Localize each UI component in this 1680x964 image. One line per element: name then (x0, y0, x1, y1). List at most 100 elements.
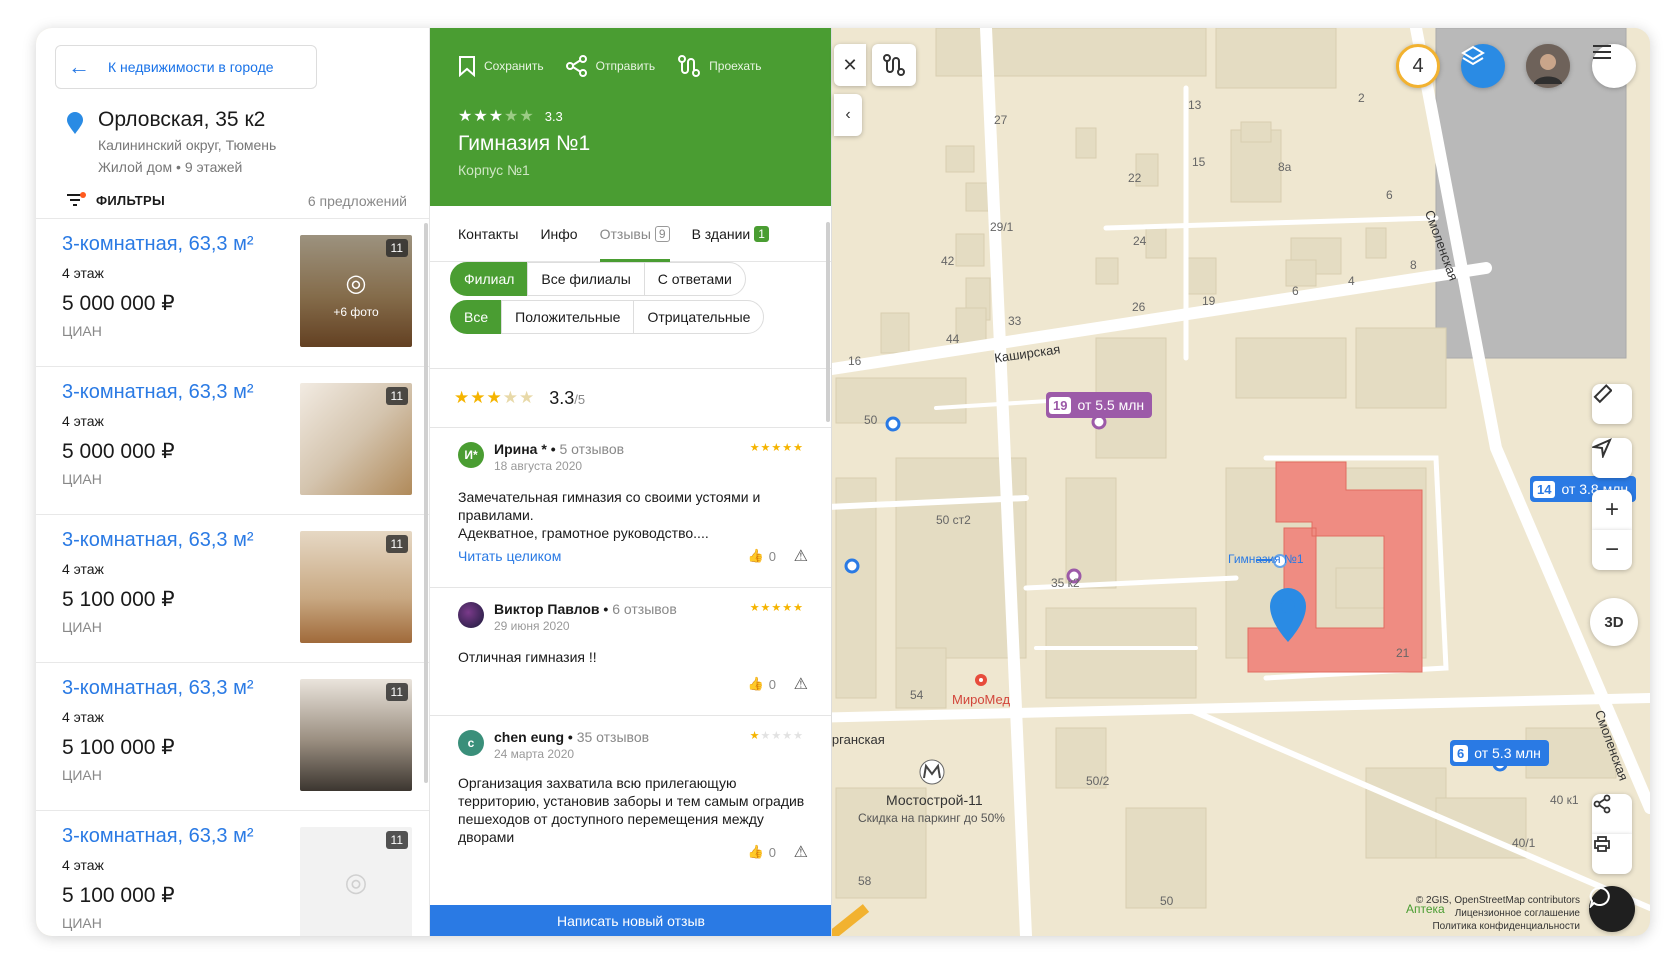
chip-negative[interactable]: Отрицательные (633, 300, 765, 334)
filters-button[interactable]: ФИЛЬТРЫ (66, 192, 165, 208)
listing-card[interactable]: 3-комнатная, 63,3 м² 4 этаж 5 100 000 ₽ … (36, 810, 429, 936)
print-button[interactable] (1592, 834, 1632, 874)
listing-source: ЦИАН (62, 471, 102, 487)
route-button[interactable]: Проехать (677, 54, 762, 78)
review-date: 29 июня 2020 (494, 619, 570, 633)
in-building-count-badge: 1 (754, 225, 769, 242)
map-house-number: 26 (1132, 300, 1146, 314)
listing-source: ЦИАН (62, 915, 102, 931)
location-pin-icon (67, 112, 83, 134)
card-scrollbar[interactable] (826, 222, 830, 422)
layers-button[interactable] (1461, 44, 1505, 88)
collapse-panel-button[interactable]: ‹ (834, 94, 862, 136)
map-house-number: 29/1 (990, 220, 1014, 234)
share-button[interactable]: Отправить (565, 55, 655, 77)
listing-photo[interactable]: 11 (300, 531, 412, 643)
chip-all[interactable]: Все (450, 300, 503, 334)
chip-with-answers[interactable]: С ответами (643, 262, 746, 296)
back-to-city-button[interactable]: ← К недвижимости в городе (55, 45, 317, 89)
listing-floor: 4 этаж (62, 709, 104, 725)
share-map-button[interactable] (1592, 794, 1632, 834)
listing-photo[interactable]: 11 ◎ (300, 827, 412, 936)
like-button[interactable]: 👍 0 (748, 844, 776, 860)
thumbs-up-icon: 👍 (747, 548, 764, 563)
listing-price: 5 100 000 ₽ (62, 736, 175, 759)
tab-label: Отзывы (599, 225, 651, 242)
listing-card[interactable]: 3-комнатная, 63,3 м² 4 этаж 5 000 000 ₽ … (36, 366, 429, 514)
avatar[interactable] (1526, 44, 1570, 88)
3d-toggle-button[interactable]: 3D (1590, 598, 1638, 646)
share-icon (1593, 794, 1611, 814)
navigation-arrow-icon (1592, 438, 1612, 458)
tab-reviews[interactable]: Отзывы 9 (599, 206, 670, 262)
chip-positive[interactable]: Положительные (501, 300, 635, 334)
menu-button[interactable] (1592, 44, 1636, 88)
chip-all-branches[interactable]: Все филиалы (527, 262, 645, 296)
price-tag[interactable]: 19 от 5.5 млн (1046, 392, 1153, 418)
filter-count-button[interactable]: 4 (1396, 44, 1440, 88)
listing-title[interactable]: 3-комнатная, 63,3 м² (62, 529, 254, 552)
read-more-link[interactable]: Читать целиком (458, 548, 561, 564)
listing-title[interactable]: 3-комнатная, 63,3 м² (62, 825, 254, 848)
tab-contacts[interactable]: Контакты (458, 206, 518, 262)
map-house-number: 16 (848, 354, 862, 368)
poi-mostostroy-label[interactable]: Мостострой-11 (886, 792, 983, 808)
tab-info[interactable]: Инфо (540, 206, 577, 262)
organization-title: Гимназия №1 (458, 132, 591, 155)
privacy-link[interactable]: Политика конфиденциальности (1356, 920, 1580, 933)
locate-button[interactable] (1592, 438, 1632, 478)
ruler-button[interactable] (1592, 384, 1632, 424)
report-icon[interactable]: ⚠ (794, 842, 808, 862)
camera-placeholder-icon: ◎ (344, 867, 368, 897)
route-mode-button[interactable] (872, 44, 916, 86)
tab-label: Контакты (458, 225, 519, 242)
close-card-button[interactable]: ✕ (834, 44, 866, 86)
summary-stars: ★★★★★ (454, 388, 536, 407)
close-icon: ✕ (842, 54, 858, 75)
listing-photo[interactable]: 11 (300, 679, 412, 791)
photo-count-badge: 11 (385, 831, 408, 849)
listing-card[interactable]: 3-комнатная, 63,3 м² 4 этаж 5 100 000 ₽ … (36, 514, 429, 662)
save-button[interactable]: Сохранить (458, 55, 544, 77)
report-icon[interactable]: ⚠ (794, 546, 808, 566)
chat-button[interactable] (1589, 886, 1635, 932)
ruler-icon (1593, 384, 1612, 404)
listing-card[interactable]: 3-комнатная, 63,3 м² 4 этаж 5 100 000 ₽ … (36, 662, 429, 810)
tab-in-building[interactable]: В здании 1 (692, 206, 769, 262)
poi-gymnasium-label[interactable]: Гимназия №1 (1228, 552, 1304, 566)
review-text: Замечательная гимназия со своими устоями… (458, 489, 761, 541)
share-icon (565, 55, 587, 77)
route-icon (883, 54, 905, 76)
zoom-out-button[interactable]: − (1592, 530, 1632, 570)
listing-title[interactable]: 3-комнатная, 63,3 м² (62, 677, 254, 700)
listing-title[interactable]: 3-комнатная, 63,3 м² (62, 233, 254, 256)
review-author[interactable]: chen eung • 35 отзывов (494, 729, 649, 745)
license-link[interactable]: Лицензионное соглашение (1356, 907, 1580, 920)
price-tag-label: от 5.3 млн (1474, 745, 1541, 761)
poi-miromed-label[interactable]: МироМед (952, 692, 1010, 707)
route-icon (678, 55, 701, 77)
listing-photo[interactable]: 11 ◎ +6 фото (300, 235, 412, 347)
printer-icon (1594, 836, 1610, 852)
listing-photo[interactable]: 11 (300, 383, 412, 495)
map-house-number: 50 (1160, 894, 1174, 908)
write-review-button[interactable]: Написать новый отзыв (430, 905, 831, 936)
zoom-in-button[interactable]: + (1592, 490, 1632, 530)
report-icon[interactable]: ⚠ (794, 674, 808, 694)
chip-branch[interactable]: Филиал (450, 262, 529, 296)
left-scrollbar[interactable] (424, 223, 428, 783)
like-button[interactable]: 👍 0 (748, 548, 776, 564)
save-label: Сохранить (484, 59, 544, 73)
chat-bubble-icon (1589, 886, 1610, 908)
price-tag[interactable]: 6 от 5.3 млн (1450, 740, 1549, 766)
listing-card[interactable]: 3-комнатная, 63,3 м² 4 этаж 5 000 000 ₽ … (36, 218, 429, 366)
rating-value: 3.3 (544, 108, 563, 124)
review-item: Виктор Павлов • 6 отзывов 29 июня 2020 ★… (430, 588, 831, 716)
like-button[interactable]: 👍 0 (748, 676, 776, 692)
review-author[interactable]: Виктор Павлов • 6 отзывов (494, 601, 677, 617)
card-header: Сохранить Отправить Проехать ★★★★★ 3.3 Г… (430, 28, 831, 206)
review-author[interactable]: Ирина * • 5 отзывов (494, 441, 624, 457)
author-review-count: 35 отзывов (576, 729, 650, 745)
map-house-number: 27 (994, 113, 1008, 127)
listing-title[interactable]: 3-комнатная, 63,3 м² (62, 381, 254, 404)
